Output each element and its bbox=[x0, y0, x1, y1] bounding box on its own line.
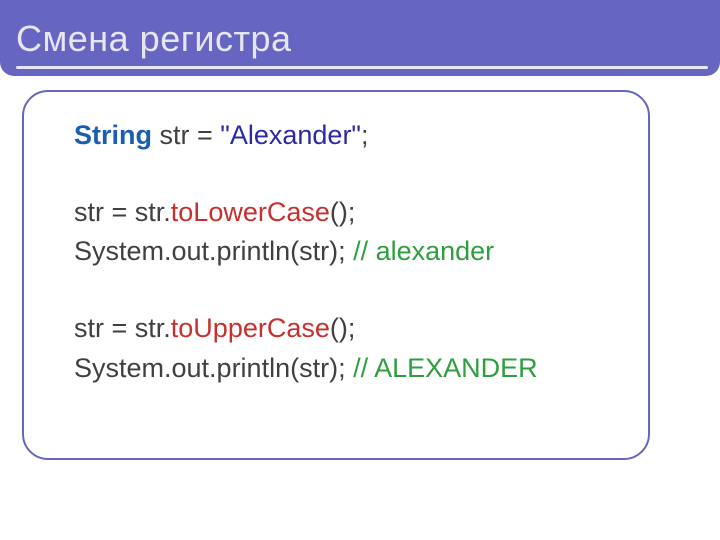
string-literal: "Alexander" bbox=[220, 120, 361, 150]
blank-line bbox=[74, 271, 638, 309]
code-line-2: str = str.toLowerCase(); bbox=[74, 193, 638, 232]
text: str = bbox=[152, 120, 220, 150]
blank-line bbox=[74, 155, 638, 193]
text: System.out.println(str); bbox=[74, 236, 353, 266]
comment-lower: // alexander bbox=[353, 236, 494, 266]
method-touppercase: toUpperCase bbox=[171, 313, 330, 343]
text: (); bbox=[330, 197, 355, 227]
text: (); bbox=[330, 313, 355, 343]
keyword-string: String bbox=[74, 120, 152, 150]
code-line-3: System.out.println(str); // alexander bbox=[74, 232, 638, 271]
text: System.out.println(str); bbox=[74, 353, 353, 383]
title-underline bbox=[16, 66, 708, 69]
slide: Смена регистра String str = "Alexander";… bbox=[0, 0, 720, 540]
text: ; bbox=[361, 120, 369, 150]
code-line-5: System.out.println(str); // ALEXANDER bbox=[74, 349, 638, 388]
title-bar: Смена регистра bbox=[0, 0, 720, 76]
code-line-1: String str = "Alexander"; bbox=[74, 116, 638, 155]
code-block: String str = "Alexander"; str = str.toLo… bbox=[74, 116, 638, 388]
slide-title: Смена регистра bbox=[16, 18, 292, 60]
method-tolowercase: toLowerCase bbox=[171, 197, 330, 227]
text: str = str. bbox=[74, 313, 171, 343]
text: str = str. bbox=[74, 197, 171, 227]
content-box: String str = "Alexander"; str = str.toLo… bbox=[22, 90, 650, 460]
code-line-4: str = str.toUpperCase(); bbox=[74, 309, 638, 348]
comment-upper: // ALEXANDER bbox=[353, 353, 538, 383]
